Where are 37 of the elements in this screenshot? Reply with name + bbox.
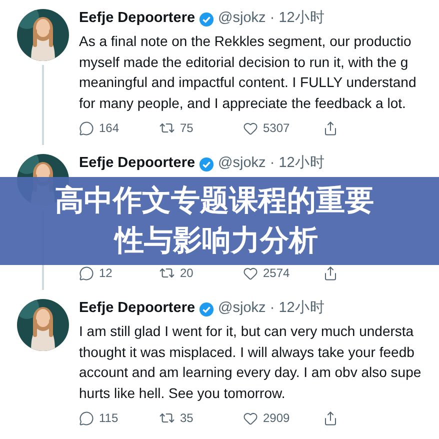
heart-icon <box>243 120 258 136</box>
share-icon <box>323 266 338 280</box>
handle-and-time: @sjokz · 12小时 <box>218 299 325 318</box>
comment-icon <box>79 410 94 426</box>
author-name[interactable]: Eefje Depoortere <box>79 8 196 30</box>
reply-button[interactable]: 12 <box>79 264 159 282</box>
handle-and-time: @sjokz · 12小时 <box>218 9 325 28</box>
retweet-button[interactable]: 35 <box>159 409 243 427</box>
author-name[interactable]: Eefje Depoortere <box>79 153 196 175</box>
retweet-button[interactable]: 20 <box>159 264 243 282</box>
comment-icon <box>79 266 94 280</box>
handle-and-time: @sjokz · 12小时 <box>218 154 325 174</box>
share-button[interactable] <box>323 266 338 280</box>
tweet-text-line: thought it was misplaced. I will always take your feedb <box>79 342 416 362</box>
heart-icon <box>243 266 258 280</box>
comment-icon <box>79 120 94 136</box>
tweet-text-line: myself made the editorial decision to run it, with the g <box>79 52 410 72</box>
reply-button[interactable]: 164 <box>79 119 159 137</box>
banner-title-line: 高中作文专题课程的重要 <box>55 184 375 219</box>
tweet-text-line: account and am learning every day. I am obv also supe <box>79 363 422 382</box>
like-button[interactable]: 2574 <box>243 264 323 282</box>
tweet-text-line: for many people, and I appreciate the feedback a lot. <box>79 94 407 113</box>
tweet-text-line: hurts like hell. See you tomorrow. <box>79 384 286 403</box>
like-button[interactable]: 5307 <box>243 119 323 137</box>
share-button[interactable] <box>323 120 338 136</box>
reply-button[interactable]: 115 <box>79 409 159 427</box>
like-button[interactable]: 2909 <box>243 409 323 427</box>
tweet-text-line: I am still glad I went for it, but can very much understa <box>79 322 415 341</box>
banner-title-line: 性与影响力分析 <box>112 224 319 259</box>
share-icon <box>323 120 338 136</box>
retweet-button[interactable]: 75 <box>159 119 243 137</box>
heart-icon <box>243 410 258 426</box>
tweet-text-line: As a final note on the Rekkles segment, our productio <box>79 32 412 51</box>
share-icon <box>323 410 338 426</box>
author-name[interactable]: Eefje Depoortere <box>79 298 196 320</box>
share-button[interactable] <box>323 410 338 426</box>
tweet-text-line: meaningful and impactful content. I FULLY understand <box>79 73 416 92</box>
